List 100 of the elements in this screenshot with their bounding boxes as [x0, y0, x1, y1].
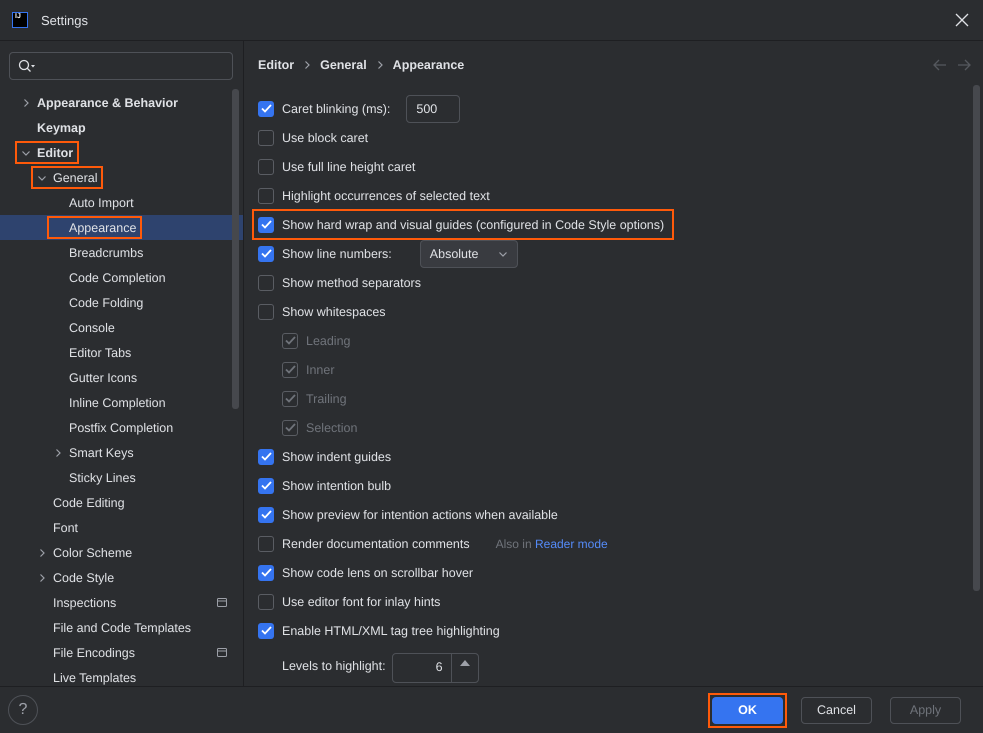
tree-row[interactable]: File and Code Templates	[0, 615, 243, 640]
checkmark-icon	[284, 336, 296, 345]
option-label: Caret blinking (ms):	[282, 102, 390, 116]
checkbox[interactable]	[258, 594, 274, 610]
breadcrumb[interactable]: Appearance	[392, 58, 464, 72]
tree-row[interactable]: Live Templates	[0, 665, 243, 686]
help-button[interactable]: ?	[8, 695, 38, 725]
tree-item-label: Live Templates	[53, 670, 136, 684]
option-label: Render documentation comments	[282, 536, 470, 550]
checkbox[interactable]	[258, 304, 274, 320]
tree-row[interactable]: Postfix Completion	[0, 415, 243, 440]
checkbox[interactable]	[258, 130, 274, 146]
tree-row[interactable]: File Encodings	[0, 640, 243, 665]
tree-row[interactable]: General	[0, 165, 243, 190]
option-label: Highlight occurrences of selected text	[282, 188, 490, 202]
search-icon	[18, 59, 36, 73]
option-label: Use block caret	[282, 130, 368, 144]
checkbox[interactable]	[258, 216, 274, 232]
line-numbers-dropdown[interactable]: Absolute	[420, 240, 518, 268]
checkbox[interactable]	[258, 246, 274, 262]
tree-item-label: Code Folding	[69, 296, 144, 310]
checkmark-icon	[260, 220, 272, 229]
increment-icon[interactable]	[460, 660, 470, 666]
checkbox[interactable]	[258, 158, 274, 174]
tree-row[interactable]: Console	[0, 315, 243, 340]
checkbox[interactable]	[258, 478, 274, 494]
option-label: Enable HTML/XML tag tree highlighting	[282, 624, 500, 638]
tree-row[interactable]: Inline Completion	[0, 390, 243, 415]
levels-spinner[interactable]: 6	[392, 653, 479, 683]
tree-row[interactable]: Code Editing	[0, 490, 243, 515]
tree-row[interactable]: Auto Import	[0, 190, 243, 215]
option-label: Show method separators	[282, 276, 421, 290]
tree-item-label: Sticky Lines	[69, 470, 136, 484]
checkbox[interactable]	[258, 564, 274, 580]
dialog-button[interactable]: OK	[712, 696, 783, 724]
checkbox[interactable]	[258, 448, 274, 464]
tree-item-label: Console	[69, 320, 115, 334]
reader-mode-link[interactable]: Reader mode	[534, 536, 608, 550]
checkmark-icon	[260, 452, 272, 461]
option-label: Show code lens on scrollbar hover	[282, 566, 474, 580]
tree-row[interactable]: Color Scheme	[0, 540, 243, 565]
option-label: Selection	[306, 420, 358, 434]
tree-row[interactable]: Editor Tabs	[0, 340, 243, 365]
tree-item-label: Code Editing	[53, 496, 125, 510]
checkmark-icon	[284, 394, 296, 403]
breadcrumb[interactable]: Editor	[258, 58, 294, 72]
scrollbar[interactable]	[232, 89, 239, 409]
option-label: Leading	[306, 334, 350, 348]
tree-item-label: Inspections	[53, 596, 116, 610]
search-field[interactable]	[9, 52, 233, 80]
tree-row[interactable]: Font	[0, 515, 243, 540]
checkbox[interactable]	[258, 536, 274, 552]
tree-row[interactable]: Code Folding	[0, 290, 243, 315]
dialog-button[interactable]: Cancel	[801, 696, 872, 724]
checkbox[interactable]	[258, 274, 274, 290]
option-label: Show indent guides	[282, 450, 392, 464]
tree-row[interactable]: Sticky Lines	[0, 465, 243, 490]
checkbox[interactable]	[258, 506, 274, 522]
option-label: Show hard wrap and visual guides (configured in Code Style options)	[282, 218, 664, 232]
checkmark-icon	[260, 481, 272, 490]
checkmark-icon	[260, 249, 272, 258]
breadcrumb-separator-icon[interactable]	[302, 60, 312, 70]
tree-item-label: Editor	[37, 146, 74, 160]
checkmark-icon	[284, 365, 296, 374]
option-label: Show intention bulb	[282, 478, 392, 492]
option-label: Use editor font for inlay hints	[282, 594, 440, 608]
close-button[interactable]	[953, 11, 971, 29]
checkmark-icon	[284, 423, 296, 432]
tree-item-label: Auto Import	[69, 196, 134, 210]
scrollbar[interactable]	[973, 85, 980, 591]
tree-row[interactable]: Inspections	[0, 590, 243, 615]
window-title: Settings	[41, 12, 88, 28]
reader-mode-note: Also in Reader mode	[496, 536, 608, 550]
tree-item-label: File Encodings	[53, 646, 135, 660]
tree-row[interactable]: Editor	[0, 140, 243, 165]
tree-item-label: Inline Completion	[69, 396, 166, 410]
tree-row[interactable]: Keymap	[0, 115, 243, 140]
tree-item-label: Color Scheme	[53, 546, 132, 560]
tree-row[interactable]: Gutter Icons	[0, 365, 243, 390]
checkbox[interactable]	[258, 622, 274, 638]
tree-item-label: Code Style	[53, 570, 114, 584]
breadcrumb[interactable]: General	[320, 58, 367, 72]
tree-item-label: Gutter Icons	[69, 370, 138, 384]
option-label: Levels to highlight:	[282, 659, 386, 673]
tree-row[interactable]: Appearance & Behavior	[0, 90, 243, 115]
option-label: Use full line height caret	[282, 160, 416, 174]
option-label: Show line numbers:	[282, 246, 392, 260]
option-label: Trailing	[306, 392, 347, 406]
tree-row[interactable]: Breadcrumbs	[0, 240, 243, 265]
tree-item-label: Editor Tabs	[69, 346, 132, 360]
tree-item-label: Font	[53, 520, 78, 534]
checkbox[interactable]	[258, 100, 274, 116]
checkmark-icon	[260, 104, 272, 113]
tree-row[interactable]: Appearance	[0, 215, 243, 240]
tree-row[interactable]: Smart Keys	[0, 440, 243, 465]
tree-row[interactable]: Code Completion	[0, 265, 243, 290]
tree-row[interactable]: Code Style	[0, 565, 243, 590]
option-label: Show whitespaces	[282, 304, 386, 318]
caret-blink-field[interactable]: 500	[406, 94, 460, 122]
checkbox[interactable]	[258, 188, 274, 204]
